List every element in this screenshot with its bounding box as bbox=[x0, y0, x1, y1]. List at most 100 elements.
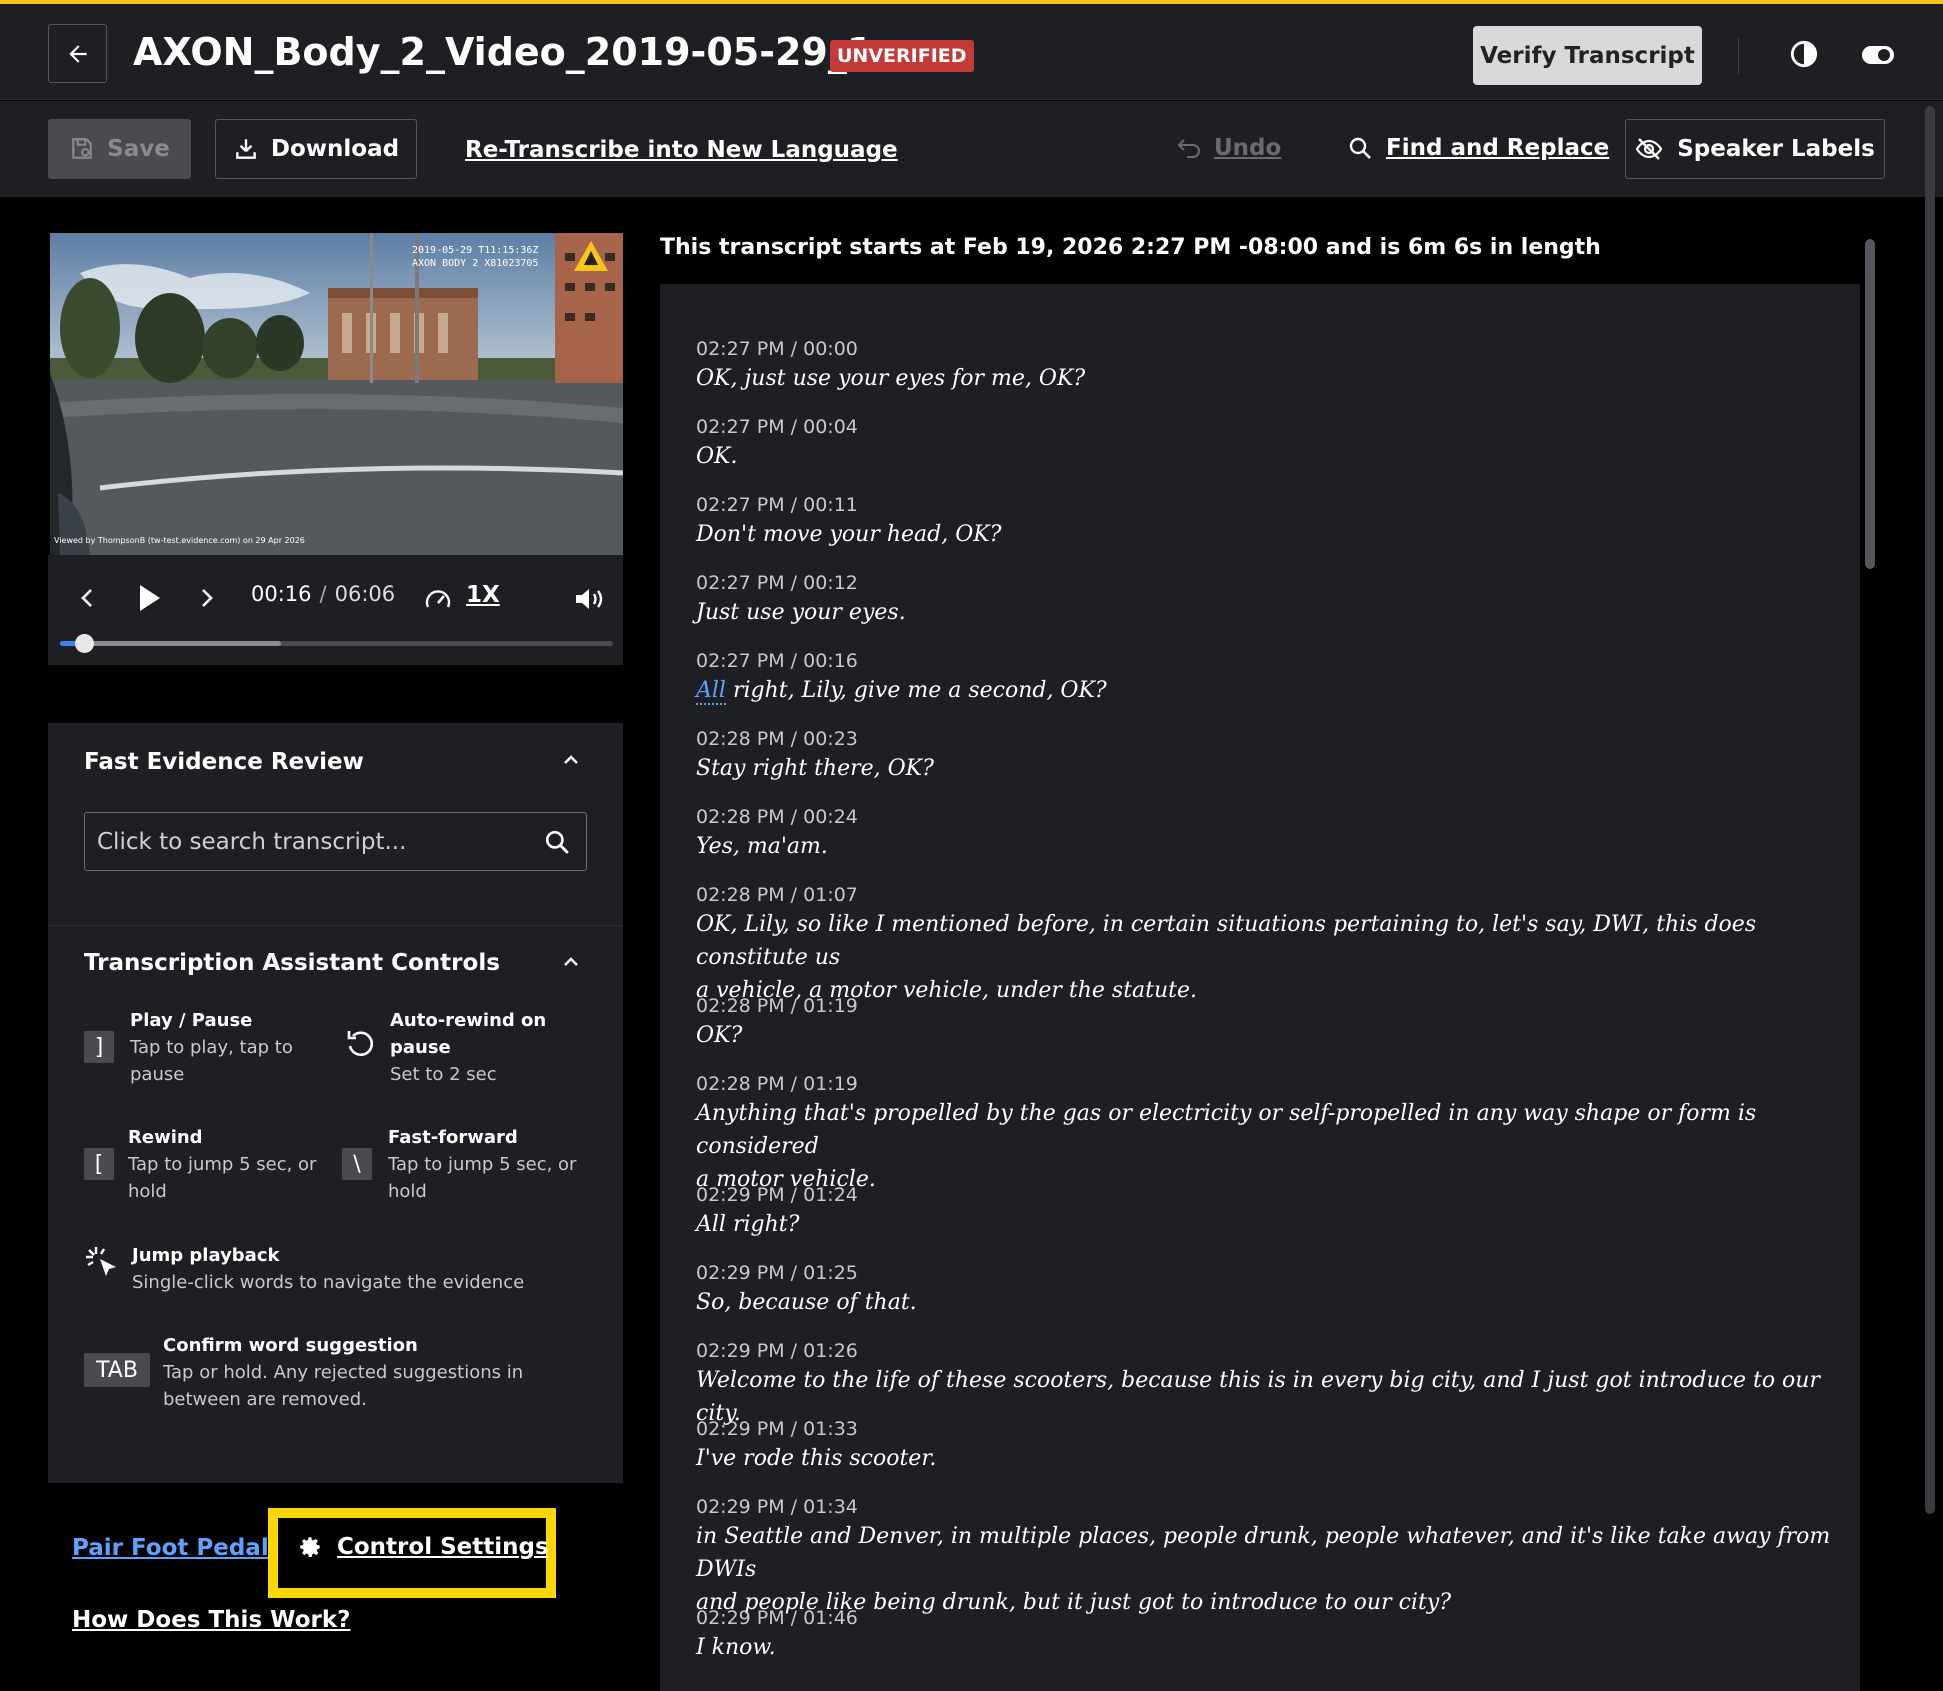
top-bar: AXON_Body_2_Video_2019-05-29_1... UNVERI… bbox=[0, 0, 1943, 100]
video-overlay-device: AXON BODY 2 X81023705 bbox=[412, 258, 538, 269]
transcript-segment[interactable]: 02:29 PM / 01:25 So, because of that. bbox=[696, 1260, 1836, 1319]
seek-bar[interactable] bbox=[60, 634, 613, 653]
transcript-segment[interactable]: 02:28 PM / 01:19 OK? bbox=[696, 993, 1836, 1052]
save-button[interactable]: Save bbox=[48, 119, 191, 179]
segment-line[interactable]: I've rode this scooter. bbox=[696, 1442, 1836, 1475]
transcript-segment[interactable]: 02:27 PM / 00:12 Just use your eyes. bbox=[696, 570, 1836, 629]
undo-button[interactable]: Undo bbox=[1176, 135, 1281, 161]
chevron-up-icon[interactable] bbox=[563, 955, 579, 967]
segment-line[interactable]: OK, Lily, so like I mentioned before, in… bbox=[696, 908, 1836, 974]
video-overlay-timestamp: 2019-05-29 T11:15:36Z bbox=[412, 245, 538, 256]
transcript-summary: This transcript starts at Feb 19, 2026 2… bbox=[660, 235, 1601, 260]
seek-handle[interactable] bbox=[75, 634, 95, 653]
key-backslash: \ bbox=[342, 1148, 372, 1180]
contrast-icon[interactable] bbox=[1790, 40, 1818, 68]
eye-off-icon bbox=[1635, 138, 1663, 160]
transcript-segment[interactable]: 02:28 PM / 00:24 Yes, ma'am. bbox=[696, 804, 1836, 863]
play-pause-control: Play / Pause Tap to play, tap to pause bbox=[130, 1007, 293, 1088]
chevron-left-icon[interactable] bbox=[80, 587, 94, 609]
segment-timestamp: 02:29 PM / 01:26 bbox=[696, 1340, 858, 1362]
playback-time: 00:16 / 06:06 bbox=[251, 582, 395, 606]
undo-label: Undo bbox=[1214, 135, 1282, 161]
segment-text[interactable]: Stay right there, OK? bbox=[696, 752, 1836, 785]
segment-line[interactable]: Just use your eyes. bbox=[696, 596, 1836, 629]
segment-timestamp: 02:27 PM / 00:04 bbox=[696, 416, 858, 438]
segment-text[interactable]: I know. bbox=[696, 1631, 1836, 1664]
segment-line[interactable]: Stay right there, OK? bbox=[696, 752, 1836, 785]
segment-text[interactable]: Yes, ma'am. bbox=[696, 830, 1836, 863]
control-title: Auto-rewind on bbox=[390, 1010, 547, 1031]
search-input[interactable] bbox=[85, 813, 525, 870]
transcript-segment[interactable]: 02:28 PM / 01:07 OK, Lily, so like I ment… bbox=[696, 882, 1836, 1007]
search-icon[interactable] bbox=[544, 829, 570, 855]
segment-text[interactable]: All right? bbox=[696, 1208, 1836, 1241]
transcript-segment[interactable]: 02:27 PM / 00:04 OK. bbox=[696, 414, 1836, 473]
fast-forward-control: Fast-forward Tap to jump 5 sec, or hold bbox=[388, 1124, 576, 1205]
transcript-scrollbar[interactable] bbox=[1865, 239, 1875, 569]
transcript-segment[interactable]: 02:27 PM / 00:11 Don't move your head, OK… bbox=[696, 492, 1836, 551]
page-scrollbar[interactable] bbox=[1925, 106, 1935, 1514]
fast-review-title: Fast Evidence Review bbox=[84, 749, 364, 775]
segment-line[interactable]: So, because of that. bbox=[696, 1286, 1836, 1319]
segment-text[interactable]: Just use your eyes. bbox=[696, 596, 1836, 629]
transcript-segment[interactable]: 02:27 PM / 00:16 All right, Lily, give me… bbox=[696, 648, 1836, 707]
key-tab: TAB bbox=[84, 1353, 150, 1387]
segment-timestamp: 02:29 PM / 01:34 bbox=[696, 1496, 858, 1518]
play-icon[interactable] bbox=[138, 583, 162, 613]
toggle-icon[interactable] bbox=[1862, 46, 1894, 64]
segment-line[interactable]: All right? bbox=[696, 1208, 1836, 1241]
how-does-this-work-link[interactable]: How Does This Work? bbox=[72, 1607, 350, 1633]
current-word[interactable]: All bbox=[696, 678, 726, 705]
transcript-segment[interactable]: 02:29 PM / 01:34 in Seattle and Denver, i… bbox=[696, 1494, 1836, 1619]
control-settings-link[interactable]: Control Settings bbox=[297, 1534, 549, 1560]
volume-icon[interactable] bbox=[574, 586, 606, 612]
segment-line[interactable]: I know. bbox=[696, 1631, 1836, 1664]
download-button[interactable]: Download bbox=[215, 119, 417, 179]
transcript-segment[interactable]: 02:29 PM / 01:46 I know. bbox=[696, 1605, 1836, 1664]
page-title: AXON_Body_2_Video_2019-05-29_1... bbox=[133, 30, 917, 74]
segment-text[interactable]: So, because of that. bbox=[696, 1286, 1836, 1319]
control-title: Play / Pause bbox=[130, 1010, 253, 1031]
segment-text[interactable]: All right, Lily, give me a second, OK? bbox=[696, 674, 1836, 707]
segment-line[interactable]: Don't move your head, OK? bbox=[696, 518, 1836, 551]
video-frame[interactable]: 2019-05-29 T11:15:36Z AXON BODY 2 X81023… bbox=[50, 233, 623, 555]
segment-line[interactable]: OK. bbox=[696, 440, 1836, 473]
segment-text-rest[interactable]: right, Lily, give me a second, OK? bbox=[726, 678, 1107, 703]
retranscribe-link[interactable]: Re-Transcribe into New Language bbox=[465, 137, 898, 163]
chevron-right-icon[interactable] bbox=[200, 587, 214, 609]
segment-line[interactable]: Anything that's propelled by the gas or … bbox=[696, 1097, 1836, 1163]
control-title: Jump playback bbox=[132, 1245, 280, 1266]
control-desc: pause bbox=[130, 1064, 185, 1085]
playback-speed-button[interactable]: 1X bbox=[466, 582, 500, 608]
segment-text[interactable]: OK, just use your eyes for me, OK? bbox=[696, 362, 1836, 395]
verify-transcript-button[interactable]: Verify Transcript bbox=[1473, 26, 1702, 85]
save-icon bbox=[72, 138, 92, 159]
segment-line[interactable]: OK, just use your eyes for me, OK? bbox=[696, 362, 1836, 395]
segment-text[interactable]: OK. bbox=[696, 440, 1836, 473]
transcript-segment[interactable]: 02:28 PM / 01:19 Anything that's propelle… bbox=[696, 1071, 1836, 1196]
segment-line[interactable]: in Seattle and Denver, in multiple place… bbox=[696, 1520, 1836, 1586]
download-label: Download bbox=[270, 136, 400, 162]
transcript-search[interactable] bbox=[84, 812, 587, 871]
transcript-segment[interactable]: 02:29 PM / 01:24 All right? bbox=[696, 1182, 1836, 1241]
transcript-segment[interactable]: 02:27 PM / 00:00 OK, just use your eyes f… bbox=[696, 336, 1836, 395]
pair-foot-pedal-link[interactable]: Pair Foot Pedal bbox=[72, 1535, 269, 1561]
transcript-segment[interactable]: 02:28 PM / 00:23 Stay right there, OK? bbox=[696, 726, 1836, 785]
segment-text[interactable]: I've rode this scooter. bbox=[696, 1442, 1836, 1475]
segment-line[interactable]: Yes, ma'am. bbox=[696, 830, 1836, 863]
control-desc: Tap to play, tap to bbox=[130, 1037, 293, 1058]
back-button[interactable] bbox=[48, 24, 107, 83]
segment-text[interactable]: OK? bbox=[696, 1019, 1836, 1052]
control-desc: Single-click words to navigate the evide… bbox=[132, 1272, 525, 1293]
find-replace-button[interactable]: Find and Replace bbox=[1348, 135, 1609, 161]
transcript-segment[interactable]: 02:29 PM / 01:33 I've rode this scooter. bbox=[696, 1416, 1836, 1475]
player-controls: 00:16 / 06:06 1X bbox=[48, 555, 623, 665]
segment-timestamp: 02:28 PM / 01:19 bbox=[696, 995, 858, 1017]
segment-text[interactable]: Don't move your head, OK? bbox=[696, 518, 1836, 551]
chevron-up-icon[interactable] bbox=[563, 753, 579, 765]
panel-divider bbox=[48, 925, 623, 926]
control-desc: Set to 2 sec bbox=[390, 1064, 497, 1085]
speaker-labels-button[interactable]: Speaker Labels bbox=[1625, 119, 1885, 179]
segment-line[interactable]: OK? bbox=[696, 1019, 1836, 1052]
current-time: 00:16 bbox=[251, 582, 312, 606]
